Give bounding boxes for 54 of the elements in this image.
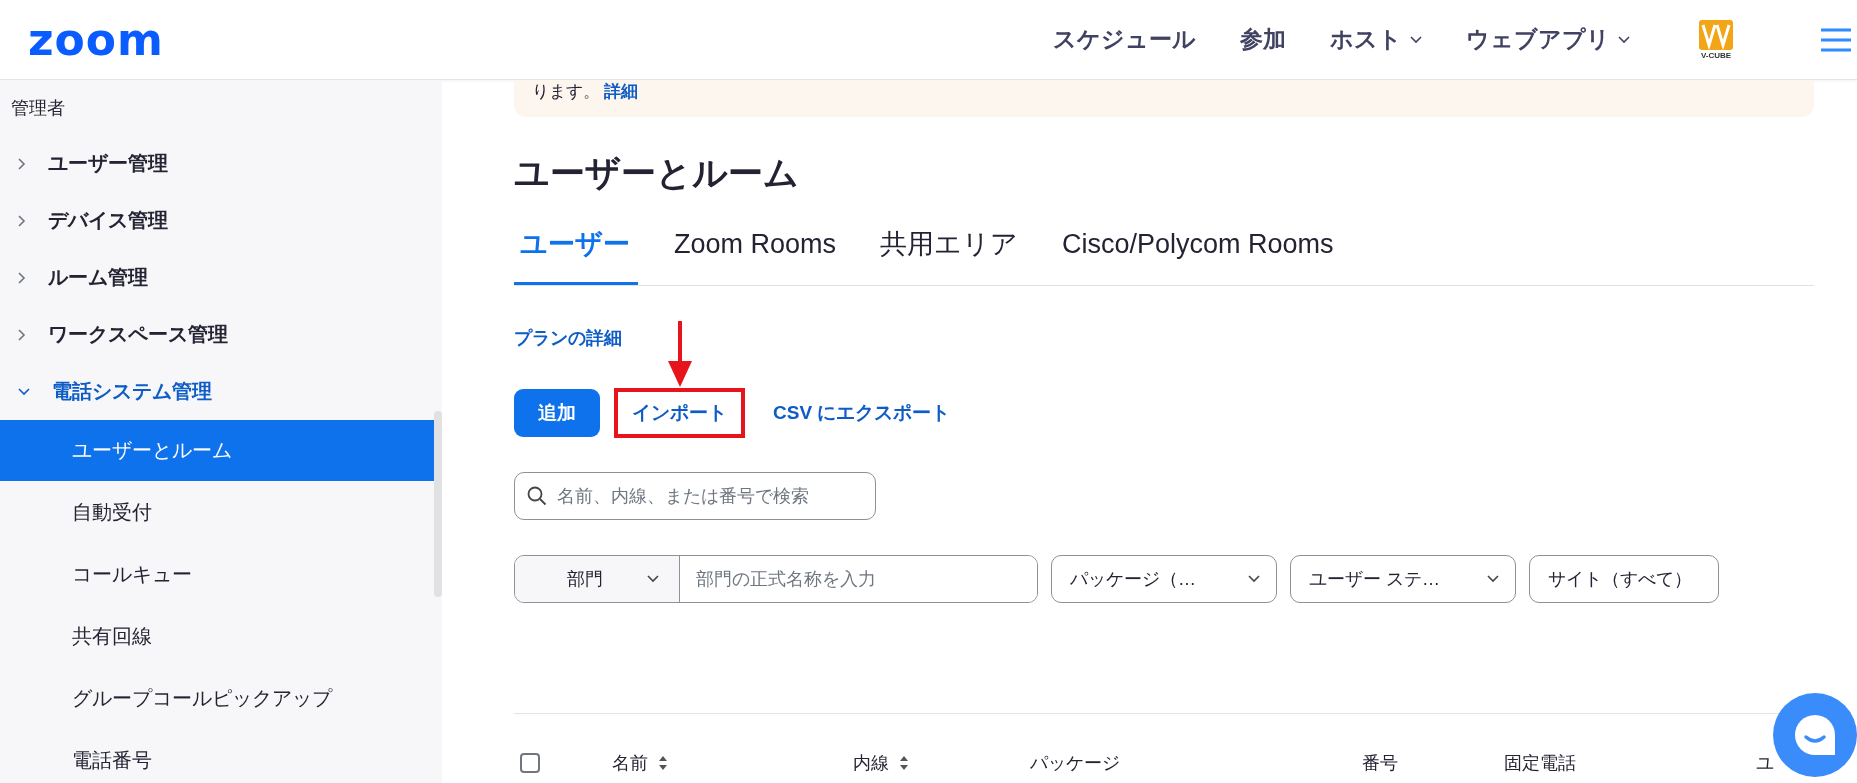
sidebar-item[interactable]: 電話システム管理: [0, 363, 442, 420]
tab[interactable]: Zoom Rooms: [668, 206, 845, 285]
search-input[interactable]: 名前、内線、または番号で検索: [555, 484, 863, 508]
column-header: パッケージ: [1030, 752, 1121, 775]
page-title: ユーザーとルーム: [514, 152, 800, 194]
column-header: 番号: [1362, 752, 1399, 775]
caret-icon: [647, 575, 659, 583]
plan-details-link[interactable]: プランの詳細: [514, 326, 622, 350]
tab[interactable]: 共用エリア: [874, 206, 1027, 285]
sidebar-heading: 管理者: [10, 97, 66, 120]
logo[interactable]: zoom: [28, 14, 164, 65]
search-field[interactable]: 名前、内線、または番号で検索: [514, 472, 876, 520]
sidebar-subitem[interactable]: グループコールピックアップ: [0, 667, 434, 729]
chat-icon: [1792, 712, 1838, 758]
search-icon: [527, 486, 547, 506]
sidebar-item[interactable]: ユーザー管理: [0, 135, 442, 192]
nav-link[interactable]: ホスト: [1330, 24, 1422, 55]
add-button[interactable]: 追加: [514, 389, 600, 437]
chevron-right-icon: [18, 214, 26, 227]
column-header[interactable]: 内線: [853, 751, 1030, 775]
nav-link[interactable]: スケジュール: [1053, 24, 1196, 55]
sidebar-subitem[interactable]: 電話番号: [0, 729, 434, 783]
tab[interactable]: Cisco/Polycom Rooms: [1056, 206, 1342, 285]
nav-link[interactable]: ウェブアプリ: [1466, 24, 1630, 55]
sidebar-item[interactable]: ルーム管理: [0, 249, 442, 306]
tab[interactable]: ユーザー: [514, 206, 638, 285]
department-filter[interactable]: 部門 部門の正式名称を入力: [514, 555, 1038, 603]
filter-dropdown[interactable]: パッケージ（…: [1051, 555, 1277, 603]
arrow-annotation-icon: [666, 321, 693, 387]
notice-text: ります。: [532, 81, 600, 103]
select-all-checkbox[interactable]: [520, 753, 540, 773]
scrollbar[interactable]: [434, 411, 442, 597]
chevron-right-icon: [18, 271, 26, 284]
details-link[interactable]: 詳細: [604, 80, 638, 103]
chevron-right-icon: [18, 157, 26, 170]
filter-dropdown[interactable]: ユーザー ステ…: [1290, 555, 1516, 603]
nav-link[interactable]: 参加: [1240, 24, 1286, 55]
caret-icon: [1248, 575, 1260, 583]
menu-icon[interactable]: [1820, 27, 1852, 52]
sidebar-subitem[interactable]: コールキュー: [0, 543, 434, 605]
column-header: ユ: [1756, 752, 1775, 775]
sidebar-item[interactable]: デバイス管理: [0, 192, 442, 249]
chevron-down-icon: [18, 387, 30, 396]
filter-dropdown[interactable]: サイト（すべて）: [1529, 555, 1719, 603]
caret-icon: [1487, 575, 1499, 583]
sidebar-subitem[interactable]: 自動受付: [0, 481, 434, 543]
chevron-right-icon: [18, 328, 26, 341]
sidebar-item[interactable]: ワークスペース管理: [0, 306, 442, 363]
sidebar-subitem[interactable]: 共有回線: [0, 605, 434, 667]
department-dropdown[interactable]: 部門: [515, 556, 680, 602]
sidebar-subitem[interactable]: ユーザーとルーム: [0, 420, 434, 481]
column-header[interactable]: 名前: [612, 751, 853, 775]
link[interactable]: CSV にエクスポート: [759, 392, 965, 434]
column-header: 固定電話: [1504, 752, 1577, 775]
